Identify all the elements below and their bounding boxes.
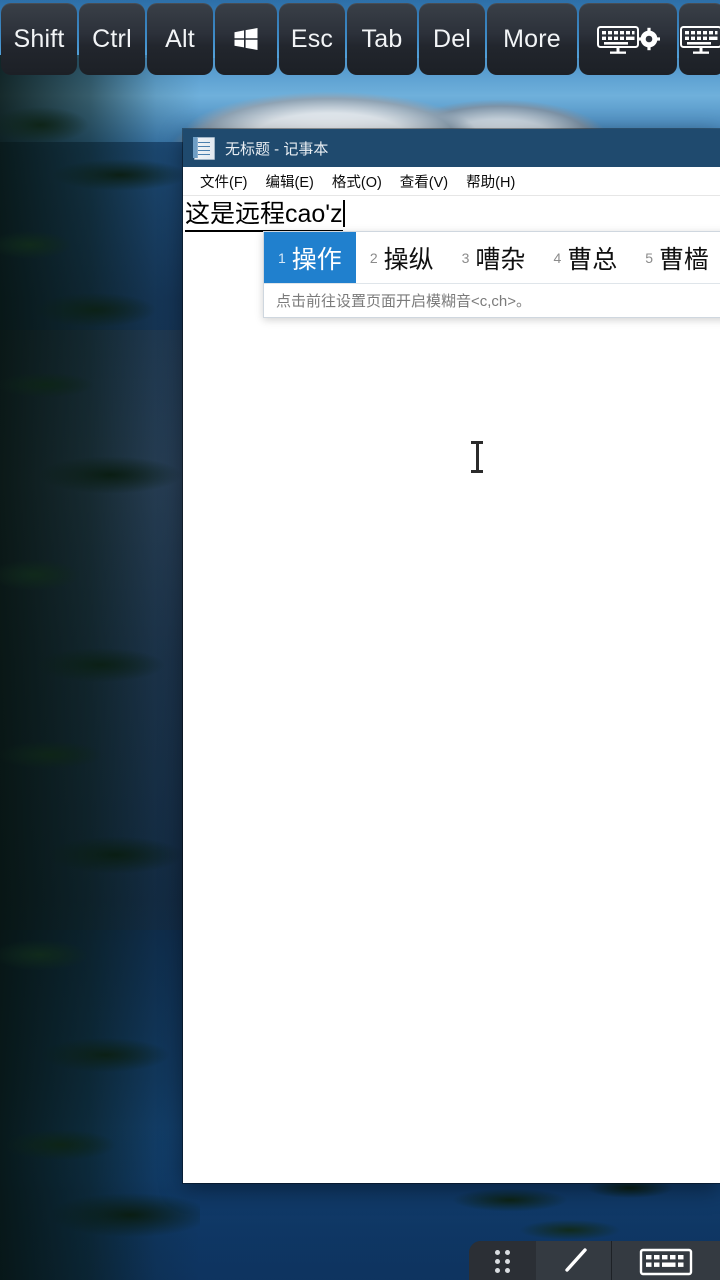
ime-candidate-2-text: 操纵 bbox=[383, 245, 434, 274]
ime-candidate-4-text: 曹总 bbox=[567, 245, 618, 274]
keyboard-icon bbox=[680, 26, 720, 54]
menu-file[interactable]: 文件(F) bbox=[191, 169, 257, 194]
pen-button[interactable] bbox=[536, 1241, 612, 1280]
keyboard-toggle-button[interactable] bbox=[679, 3, 720, 75]
ime-candidate-1-index: 1 bbox=[278, 249, 286, 266]
menu-view[interactable]: 查看(V) bbox=[391, 169, 457, 194]
notepad-icon bbox=[193, 136, 215, 160]
ime-candidate-5-text: 曹樯 bbox=[659, 245, 710, 274]
key-windows-button[interactable] bbox=[215, 3, 277, 75]
ime-candidate-4-index: 4 bbox=[553, 249, 562, 266]
ime-candidate-3[interactable]: 3 嘈杂 bbox=[448, 232, 540, 283]
pen-icon bbox=[564, 1247, 587, 1272]
keyboard-settings-button[interactable] bbox=[579, 3, 677, 75]
ime-candidate-window[interactable]: 1 操作 2 操纵 3 嘈杂 4 曹总 5 曹樯 点击前往设置页面开启模糊音<c… bbox=[263, 231, 720, 318]
notepad-title: 无标题 - 记事本 bbox=[225, 140, 329, 158]
screen-root: Shift Ctrl Alt Esc Tab Del More 无标题 - 记事… bbox=[0, 0, 720, 1280]
key-alt-label: Alt bbox=[165, 24, 195, 53]
key-del-button[interactable]: Del bbox=[419, 3, 485, 75]
ime-hint-bar[interactable]: 点击前往设置页面开启模糊音<c,ch>。 bbox=[264, 283, 720, 317]
app-grid-icon bbox=[494, 1249, 511, 1273]
key-shift-button[interactable]: Shift bbox=[1, 3, 77, 75]
modifier-key-toolbar: Shift Ctrl Alt Esc Tab Del More bbox=[0, 0, 720, 78]
keyboard-icon bbox=[639, 1248, 693, 1275]
ime-candidate-3-index: 3 bbox=[461, 249, 470, 266]
text-caret bbox=[342, 200, 345, 227]
key-more-label: More bbox=[503, 24, 561, 53]
ime-candidate-list: 1 操作 2 操纵 3 嘈杂 4 曹总 5 曹樯 bbox=[264, 232, 720, 283]
ime-candidate-5-index: 5 bbox=[645, 249, 654, 266]
ime-candidate-2-index: 2 bbox=[369, 249, 378, 266]
notepad-text-area[interactable]: 这是远程cao'z bbox=[183, 196, 720, 1183]
key-alt-button[interactable]: Alt bbox=[147, 3, 213, 75]
ime-hint-text: 点击前往设置页面开启模糊音<c,ch>。 bbox=[276, 293, 532, 310]
wallpaper-trees-left bbox=[0, 55, 200, 1280]
mouse-ibeam-cursor bbox=[470, 440, 484, 474]
windows-logo-icon bbox=[234, 28, 258, 50]
key-shift-label: Shift bbox=[13, 24, 65, 53]
key-more-button[interactable]: More bbox=[487, 3, 577, 75]
ime-candidate-3-text: 嘈杂 bbox=[475, 245, 526, 274]
key-esc-label: Esc bbox=[290, 24, 334, 53]
ime-candidate-4[interactable]: 4 曹总 bbox=[539, 232, 631, 283]
ime-composition-text: 这是远程cao'z bbox=[185, 198, 343, 232]
notepad-menubar: 文件(F) 编辑(E) 格式(O) 查看(V) 帮助(H) bbox=[183, 167, 720, 196]
ime-candidate-1[interactable]: 1 操作 bbox=[264, 232, 356, 283]
app-grid-button[interactable] bbox=[469, 1241, 536, 1280]
key-tab-button[interactable]: Tab bbox=[347, 3, 417, 75]
ime-candidate-5[interactable]: 5 曹樯 bbox=[631, 232, 720, 283]
notepad-titlebar[interactable]: 无标题 - 记事本 bbox=[183, 129, 720, 167]
key-ctrl-label: Ctrl bbox=[92, 24, 132, 53]
ibeam-stem bbox=[476, 443, 479, 471]
ibeam-cap-bottom bbox=[471, 470, 483, 473]
key-esc-button[interactable]: Esc bbox=[279, 3, 345, 75]
keyboard-button[interactable] bbox=[612, 1241, 720, 1280]
menu-help[interactable]: 帮助(H) bbox=[457, 169, 524, 194]
keyboard-settings-icon bbox=[597, 26, 660, 54]
menu-format[interactable]: 格式(O) bbox=[323, 169, 391, 194]
menu-edit[interactable]: 编辑(E) bbox=[257, 169, 323, 194]
bottom-floating-toolbar bbox=[469, 1241, 720, 1280]
gear-icon bbox=[637, 27, 660, 51]
key-tab-label: Tab bbox=[361, 24, 403, 53]
key-del-label: Del bbox=[432, 24, 472, 53]
ime-candidate-2[interactable]: 2 操纵 bbox=[356, 232, 448, 283]
key-ctrl-button[interactable]: Ctrl bbox=[79, 3, 145, 75]
ime-candidate-1-text: 操作 bbox=[291, 245, 342, 274]
